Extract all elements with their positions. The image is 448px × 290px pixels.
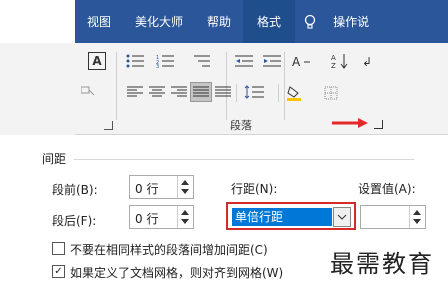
svg-text:3: 3 [156, 64, 159, 68]
paragraph-dialog-launcher-icon[interactable] [374, 120, 383, 129]
dialog-launcher-icon[interactable] [104, 121, 113, 130]
separator [236, 84, 237, 102]
spinner-arrows[interactable] [177, 206, 193, 228]
separator [116, 52, 117, 120]
spinner-arrows[interactable] [177, 176, 193, 198]
after-value: 0 行 [135, 212, 159, 226]
align-center-icon[interactable] [148, 84, 166, 100]
show-marks-icon[interactable]: ↲ [360, 52, 378, 70]
align-right-icon[interactable] [170, 84, 188, 100]
watermark-text: 最需教育 [330, 250, 434, 278]
distributed-icon[interactable] [214, 84, 232, 100]
set-value-spinner[interactable] [360, 205, 426, 229]
no-space-between-label: 不要在相同样式的段落间增加间距(C) [70, 243, 268, 257]
no-space-between-checkbox[interactable] [52, 242, 65, 255]
align-left-icon[interactable] [126, 84, 144, 100]
numbered-list-icon[interactable]: 123 [154, 52, 180, 70]
after-spinner[interactable]: 0 行 [129, 205, 194, 229]
svg-text:↲: ↲ [362, 55, 372, 68]
set-value-label: 设置值(A): [358, 182, 416, 196]
chinese-layout-icon[interactable]: A [290, 52, 318, 70]
line-spacing-value: 单倍行距 [232, 208, 332, 226]
before-spinner[interactable]: 0 行 [129, 175, 194, 199]
text-box-icon[interactable]: A [88, 52, 106, 70]
tab-tell-me[interactable]: 操作说 [321, 0, 381, 43]
line-spacing-label: 行距(N): [231, 182, 278, 196]
svg-text:Z: Z [331, 62, 336, 69]
spacing-section-title: 间距 [42, 152, 67, 166]
before-value: 0 行 [135, 182, 159, 196]
line-spacing-icon[interactable] [242, 84, 272, 100]
tab-view[interactable]: 视图 [75, 0, 123, 43]
shading-icon[interactable] [284, 84, 310, 102]
spinner-arrows[interactable] [409, 206, 425, 228]
ribbon-tab-bar: 视图 美化大师 帮助 格式 操作说 [75, 0, 448, 43]
tab-help[interactable]: 帮助 [195, 0, 243, 43]
sort-icon[interactable]: AZ [330, 52, 350, 70]
format-painter-icon[interactable] [80, 84, 96, 98]
chevron-down-icon[interactable] [333, 207, 351, 227]
svg-text:A: A [331, 54, 336, 62]
multilevel-list-icon[interactable] [190, 52, 216, 70]
separator [278, 84, 279, 102]
bullet-list-icon[interactable] [124, 52, 148, 70]
increase-indent-icon[interactable] [262, 52, 282, 70]
section-divider [74, 159, 414, 160]
snap-to-grid-label: 如果定义了文档网格，则对齐到网格(W) [70, 266, 284, 280]
lightbulb-icon[interactable] [299, 14, 321, 30]
tab-format[interactable]: 格式 [243, 0, 296, 43]
paragraph-group-label: 段落 [230, 119, 252, 132]
red-arrow-icon [332, 118, 368, 128]
borders-icon[interactable] [318, 84, 344, 102]
ribbon-left-area [0, 43, 70, 135]
decrease-indent-icon[interactable] [234, 52, 254, 70]
svg-text:A: A [292, 55, 301, 68]
line-spacing-select[interactable]: 单倍行距 [226, 202, 356, 230]
before-label: 段前(B): [52, 183, 98, 197]
tab-beautify[interactable]: 美化大师 [123, 0, 195, 43]
after-label: 段后(F): [52, 214, 97, 228]
snap-to-grid-checkbox[interactable]: ✓ [52, 265, 65, 278]
justify-icon[interactable] [190, 82, 212, 102]
